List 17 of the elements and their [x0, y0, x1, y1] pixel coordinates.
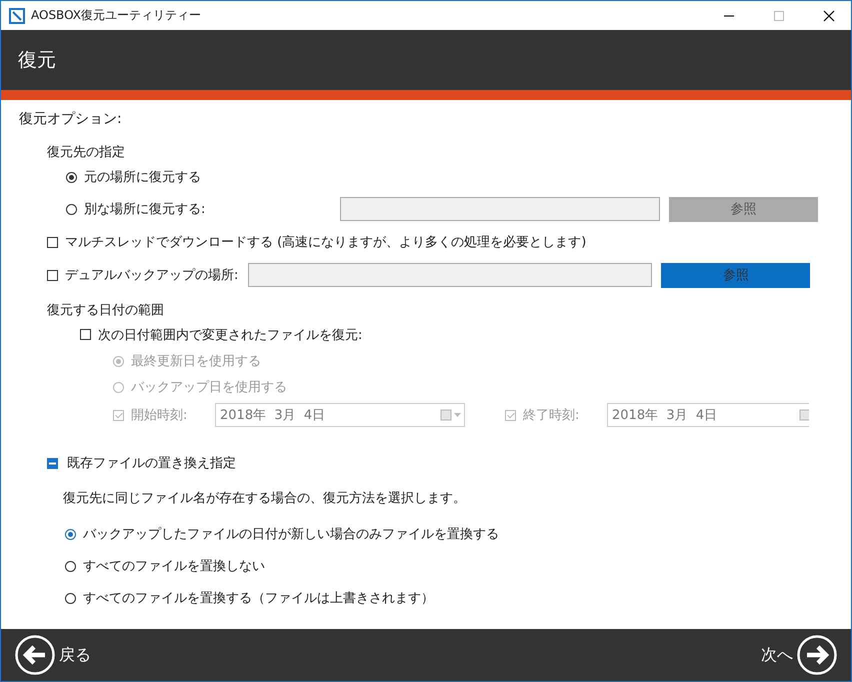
radio-label[interactable]: すべてのファイルを置換しない — [83, 557, 265, 575]
description-text: 復元先に同じファイル名が存在する場合の、復元方法を選択します。 — [63, 490, 467, 508]
next-button[interactable]: 次へ — [761, 635, 837, 675]
radio-label[interactable]: 別な場所に復元する: — [84, 200, 334, 218]
back-button[interactable]: 戻る — [15, 635, 91, 675]
radio-label[interactable]: 元の場所に復元する — [84, 168, 334, 186]
radio-label[interactable]: すべてのファイルを置換する（ファイルは上書きされます） — [83, 589, 434, 607]
checkbox-label[interactable]: デュアルバックアップの場所: — [65, 266, 238, 284]
checkbox-label[interactable]: マルチスレッドでダウンロードする (高速になりますが、より多くの処理を必要とします) — [65, 233, 586, 251]
group-label: 復元先の指定 — [47, 144, 126, 161]
section-title[interactable]: 既存ファイルの置き換え指定 — [67, 454, 236, 472]
checkbox-label[interactable]: 次の日付範囲内で変更されたファイルを復元: — [98, 326, 362, 344]
window-title: AOSBOX復元ユーティリティー — [31, 7, 201, 24]
radio-label[interactable]: バックアップしたファイルの日付が新しい場合のみファイルを置換する — [83, 525, 499, 543]
page-title: 復元 — [18, 48, 56, 73]
group-label: 復元する日付の範囲 — [47, 302, 165, 320]
section-label: 復元オプション: — [19, 110, 123, 128]
